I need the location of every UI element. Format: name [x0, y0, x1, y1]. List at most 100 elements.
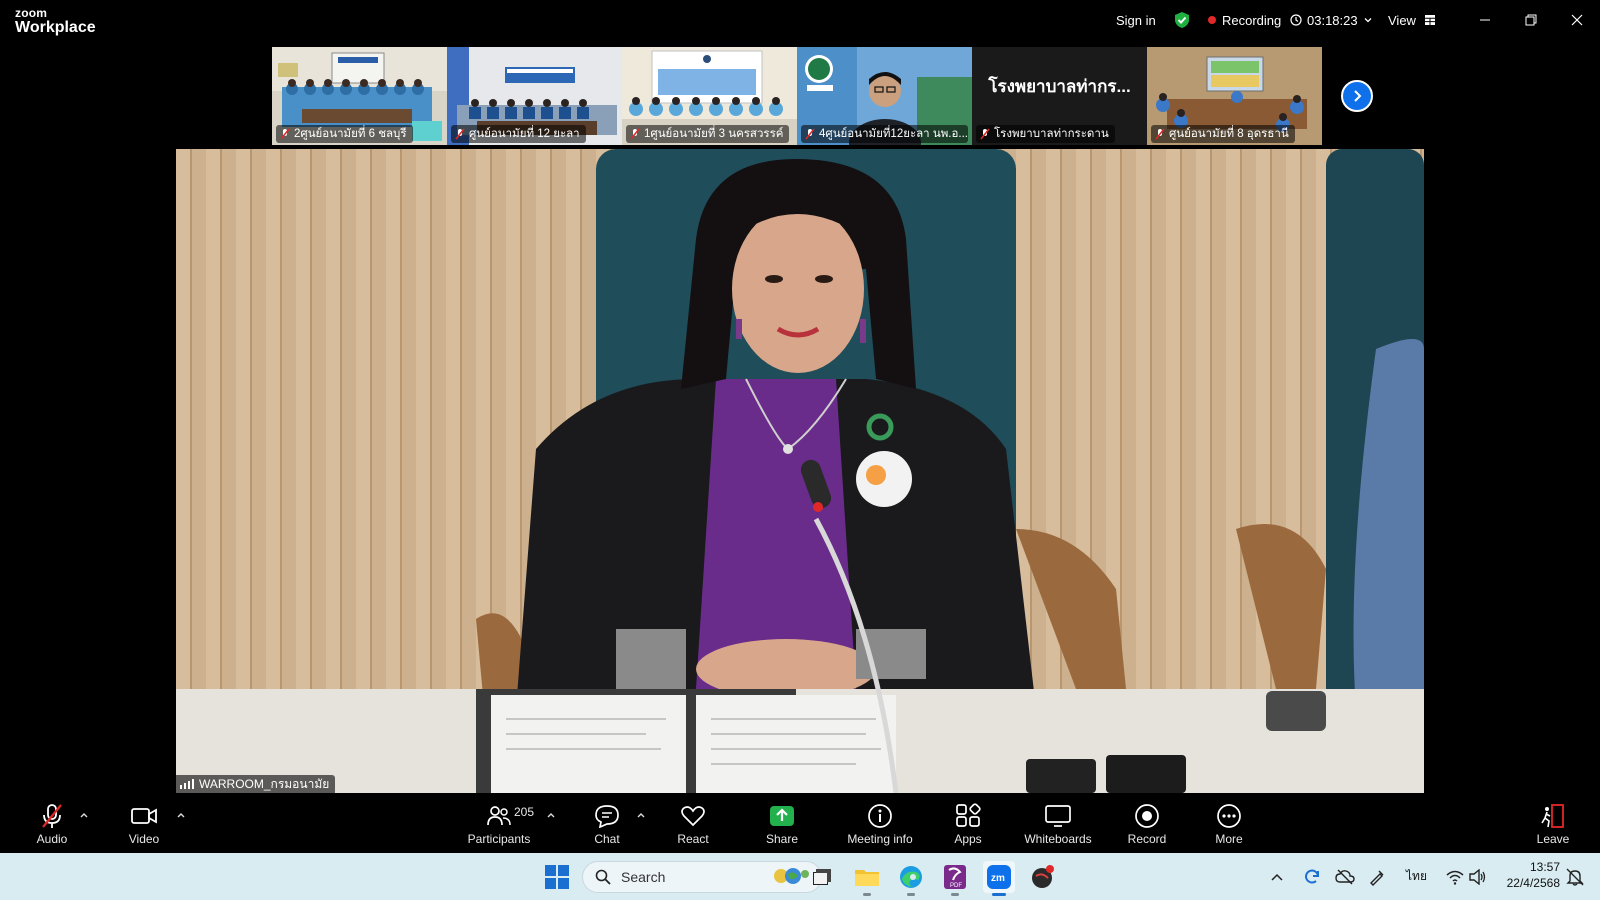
task-view-icon — [813, 869, 831, 885]
meeting-timer[interactable]: 03:18:23 — [1290, 0, 1373, 40]
running-indicator — [863, 893, 871, 896]
video-options-caret[interactable] — [176, 807, 186, 818]
recording-indicator[interactable]: Recording — [1208, 0, 1281, 40]
whiteboard-icon — [1044, 803, 1072, 829]
sync-tray-icon[interactable] — [1303, 853, 1321, 900]
title-bar: zoom Workplace Sign in Recording 03:18:2… — [0, 0, 1600, 44]
taskbar-search-box[interactable]: Search — [582, 861, 822, 893]
chat-options-caret[interactable] — [636, 807, 646, 818]
mic-muted-icon — [630, 128, 640, 140]
windows-start-button[interactable] — [545, 865, 569, 894]
cloud-offline-tray-icon[interactable] — [1335, 853, 1355, 900]
recording-dot-icon — [1208, 16, 1216, 24]
chevron-down-icon — [1364, 18, 1372, 23]
clock-date: 22/4/2568 — [1506, 876, 1560, 890]
participants-button[interactable]: Participants — [464, 793, 534, 853]
input-language-indicator[interactable]: ไทย — [1406, 853, 1427, 900]
audio-button[interactable]: Audio — [30, 793, 74, 853]
pdf-app-button[interactable]: PDF — [939, 861, 971, 896]
recording-label: Recording — [1222, 12, 1282, 28]
timer-value: 03:18:23 — [1307, 12, 1358, 28]
participant-tile[interactable]: 4ศูนย์อนามัยที่12ยะลา นพ.อ... — [797, 47, 972, 145]
participant-tile[interactable]: ศูนย์อนามัยที่ 8 อุดรธานี — [1147, 47, 1322, 145]
restore-button[interactable] — [1508, 0, 1554, 40]
show-hidden-icons-button[interactable] — [1271, 853, 1283, 900]
next-page-button[interactable] — [1341, 80, 1373, 112]
active-speaker-video: WARROOM_กรมอนามัย — [176, 149, 1424, 793]
whiteboards-button[interactable]: Whiteboards — [1023, 793, 1093, 853]
volume-tray-icon[interactable] — [1469, 853, 1487, 900]
edge-icon — [900, 866, 922, 888]
grid-view-icon — [1424, 15, 1435, 25]
notifications-button[interactable] — [1566, 853, 1584, 900]
file-explorer-button[interactable] — [851, 861, 883, 896]
running-indicator — [907, 893, 915, 896]
notification-bell-icon — [1566, 868, 1584, 886]
leave-door-icon — [1540, 803, 1566, 829]
taskbar-clock[interactable]: 13:57 22/4/2568 — [1498, 859, 1560, 891]
sign-in-link[interactable]: Sign in — [1116, 0, 1156, 40]
task-view-button[interactable] — [806, 861, 838, 893]
windows-logo-icon — [545, 865, 569, 889]
participant-display-name: โรงพยาบาลท่ากร... — [972, 47, 1147, 125]
close-button[interactable] — [1554, 0, 1600, 40]
zoom-app-button[interactable]: zm — [983, 861, 1015, 896]
meeting-info-button[interactable]: Meeting info — [842, 793, 918, 853]
mic-muted-icon — [455, 128, 465, 140]
edge-browser-button[interactable] — [895, 861, 927, 896]
participant-thumbnail-strip: 2ศูนย์อนามัยที่ 6 ชลบุรี ศูนย์อนามัยที่ … — [272, 47, 1322, 145]
participant-name-label: โรงพยาบาลท่ากระดาน — [976, 125, 1115, 143]
close-icon — [1571, 14, 1583, 26]
share-screen-button[interactable]: Share — [762, 793, 802, 853]
pinned-app-button[interactable] — [1027, 861, 1059, 893]
more-button[interactable]: More — [1212, 793, 1246, 853]
participants-count: 205 — [514, 805, 535, 819]
record-button[interactable]: Record — [1126, 793, 1168, 853]
search-icon — [595, 869, 611, 885]
security-shield-icon[interactable] — [1174, 0, 1190, 40]
svg-text:PDF: PDF — [950, 883, 962, 889]
minimize-icon — [1480, 19, 1490, 21]
meeting-controls-toolbar: Audio Video Participants 205 Chat React — [0, 793, 1600, 853]
clock-icon — [1290, 14, 1302, 26]
chevron-right-icon — [1354, 90, 1362, 102]
svg-text:zm: zm — [991, 873, 1005, 884]
speaker-icon — [1469, 868, 1486, 885]
participant-name-label: 1ศูนย์อนามัยที่ 3 นครสวรรค์ — [626, 125, 790, 143]
mic-muted-icon — [1155, 128, 1165, 140]
pen-tray-icon[interactable] — [1368, 853, 1386, 900]
participant-name-label: ศูนย์อนามัยที่ 8 อุดรธานี — [1151, 125, 1295, 143]
search-highlight-icon — [771, 864, 811, 891]
chevron-up-icon — [547, 813, 555, 818]
cloud-off-icon — [1335, 869, 1355, 884]
minimize-button[interactable] — [1462, 0, 1508, 40]
participant-tile[interactable]: ศูนย์อนามัยที่ 12 ยะลา — [447, 47, 622, 145]
signal-strength-icon — [180, 779, 194, 789]
share-screen-icon — [769, 803, 795, 829]
windows-taskbar: Search PDF zm ไทย 13:57 22/4/2568 — [0, 853, 1600, 900]
apps-button[interactable]: Apps — [950, 793, 986, 853]
wifi-icon — [1446, 870, 1464, 885]
participant-tile[interactable]: โรงพยาบาลท่ากร... โรงพยาบาลท่ากระดาน — [972, 47, 1147, 145]
wifi-tray-icon[interactable] — [1446, 853, 1464, 900]
participant-tile[interactable]: 1ศูนย์อนามัยที่ 3 นครสวรรค์ — [622, 47, 797, 145]
chevron-up-icon — [177, 813, 185, 818]
react-button[interactable]: React — [670, 793, 716, 853]
microphone-muted-icon — [40, 803, 64, 829]
more-dots-icon — [1216, 803, 1242, 829]
participants-options-caret[interactable] — [546, 807, 556, 818]
chat-button[interactable]: Chat — [588, 793, 626, 853]
participant-tile[interactable]: 2ศูนย์อนามัยที่ 6 ชลบุรี — [272, 47, 447, 145]
view-button[interactable]: View — [1388, 0, 1436, 40]
zoom-app-icon: zm — [987, 865, 1011, 889]
leave-button[interactable]: Leave — [1536, 793, 1570, 853]
chevron-up-icon — [1271, 873, 1283, 881]
record-icon — [1134, 803, 1160, 829]
info-icon — [867, 803, 893, 829]
audio-options-caret[interactable] — [79, 807, 89, 818]
app-ball-icon — [1032, 865, 1054, 888]
clock-time: 13:57 — [1529, 860, 1560, 874]
video-button[interactable]: Video — [122, 793, 166, 853]
mic-muted-icon — [980, 128, 990, 140]
mic-muted-icon — [280, 128, 290, 140]
